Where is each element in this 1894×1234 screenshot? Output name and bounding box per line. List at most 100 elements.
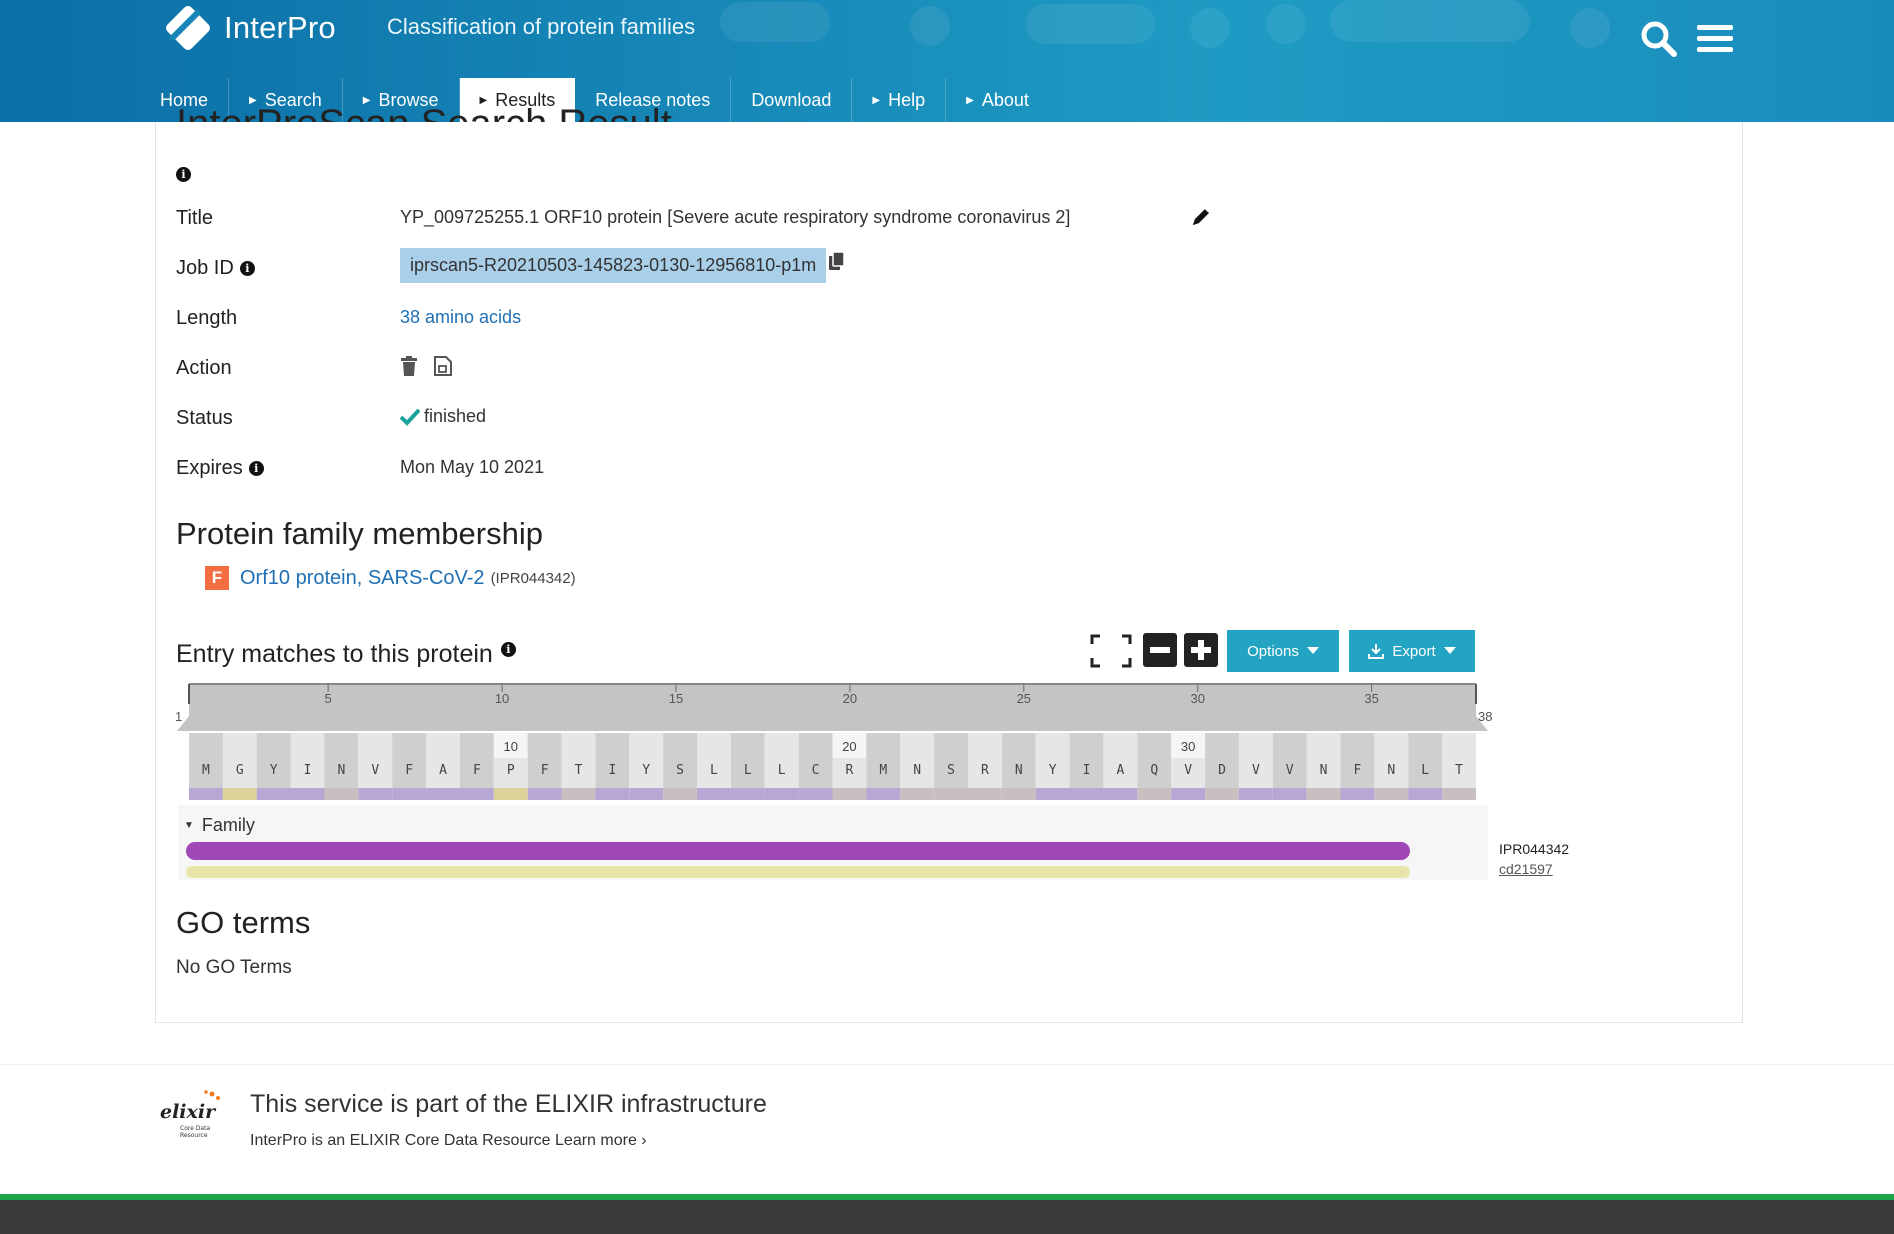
residue-letter: M [202, 763, 210, 778]
match-accession-ipr[interactable]: IPR044342 [1499, 841, 1569, 857]
residue-property [392, 788, 427, 800]
residue-property [1001, 788, 1036, 800]
residue-letter: I [608, 763, 616, 778]
residue-property [1306, 788, 1341, 800]
residue-property [1272, 788, 1307, 800]
residue-property [256, 788, 291, 800]
residue-cell [1035, 733, 1070, 788]
residue-letter: N [1015, 763, 1023, 778]
residue-letter: V [1184, 763, 1192, 778]
residue-cell [1272, 733, 1307, 788]
residue-letter: V [371, 763, 379, 778]
ruler-tick-label: 5 [325, 691, 332, 706]
ruler-tick-label: 30 [1190, 691, 1204, 706]
residue-cell [595, 733, 630, 788]
residue-property [1171, 788, 1206, 800]
interpro-family-bar [186, 842, 1410, 860]
residue-cell [290, 733, 325, 788]
residue-property [222, 788, 257, 800]
residue-letter: D [1218, 763, 1226, 778]
residue-property [189, 788, 223, 800]
sequence-track: M G Y I N V F A F P 10 F T I Y S L L L C R 20 M N S R N Y I A Q V 30 D V V N… [189, 733, 1476, 800]
residue-property [967, 788, 1002, 800]
residue-cell [764, 733, 799, 788]
residue-property [1374, 788, 1409, 800]
ruler-end-label: 38 [1478, 709, 1492, 724]
residue-property [1238, 788, 1273, 800]
protein-viewer[interactable]: 1 38 5 10 15 20 25 30 35 M G Y I N V F A F P 10 F T I Y S L L L C R 2… [0, 0, 1894, 1228]
residue-property [629, 788, 664, 800]
residue-cell [798, 733, 833, 788]
residue-letter: L [744, 763, 752, 778]
ruler-tick-label: 25 [1017, 691, 1031, 706]
elixir-logo-sub: Resource [180, 1132, 208, 1139]
residue-cell [189, 733, 223, 788]
residue-letter: R [981, 763, 989, 778]
residue-letter: F [473, 763, 481, 778]
residue-letter: I [1083, 763, 1091, 778]
residue-property [934, 788, 968, 800]
residue-letter: P [507, 763, 515, 778]
match-accession-cd[interactable]: cd21597 [1499, 861, 1553, 877]
elixir-logo[interactable]: elixir Core Data Resource [158, 1088, 228, 1140]
ruler-start-label: 1 [175, 709, 182, 724]
residue-property [1137, 788, 1172, 800]
family-track-header[interactable]: ▼ Family [184, 815, 255, 836]
residue-cell [527, 733, 562, 788]
residue-letter: M [879, 763, 887, 778]
elixir-logo-word: elixir [160, 1101, 217, 1123]
residue-letter: C [812, 763, 820, 778]
residue-property [426, 788, 460, 800]
residue-property [866, 788, 901, 800]
bottom-footer-bar [0, 1194, 1894, 1234]
track-label: Family [201, 815, 255, 835]
residue-cell [358, 733, 393, 788]
residue-cell [1238, 733, 1273, 788]
residue-cell [900, 733, 935, 788]
residue-cell [730, 733, 765, 788]
residue-property [459, 788, 494, 800]
residue-cell [967, 733, 1002, 788]
match-tracks [178, 805, 1488, 880]
residue-letter: Y [642, 763, 650, 778]
residue-cell [256, 733, 291, 788]
residue-letter: Y [1049, 763, 1057, 778]
residue-letter: F [1354, 763, 1362, 778]
residue-property [900, 788, 935, 800]
elixir-footer [0, 1064, 1894, 1195]
residue-property [324, 788, 359, 800]
residue-letter: G [236, 763, 244, 778]
residue-cell [1001, 733, 1036, 788]
ruler: 1 38 5 10 15 20 25 30 35 [175, 683, 1492, 731]
residue-cell [629, 733, 664, 788]
residue-letter: S [947, 763, 955, 778]
residue-letter: L [710, 763, 718, 778]
ruler-tick-label: 20 [843, 691, 857, 706]
residue-cell [324, 733, 359, 788]
residue-cell [1306, 733, 1341, 788]
elixir-subtext[interactable]: InterPro is an ELIXIR Core Data Resource… [250, 1132, 647, 1150]
residue-letter: V [1252, 763, 1260, 778]
residue-property [527, 788, 562, 800]
residue-property [290, 788, 325, 800]
residue-cell [222, 733, 257, 788]
cdd-bar [186, 866, 1410, 878]
residue-cell [1103, 733, 1138, 788]
residue-property [595, 788, 630, 800]
residue-mark-label: 10 [504, 739, 518, 754]
residue-cell [663, 733, 698, 788]
residue-property [493, 788, 528, 800]
residue-property [358, 788, 393, 800]
elixir-logo-sub: Core Data [180, 1125, 210, 1132]
residue-letter: N [913, 763, 921, 778]
residue-cell [1205, 733, 1239, 788]
ruler-tick-label: 35 [1364, 691, 1378, 706]
residue-cell [866, 733, 901, 788]
residue-property [1442, 788, 1476, 800]
residue-cell [1442, 733, 1476, 788]
residue-cell [392, 733, 427, 788]
residue-letter: F [405, 763, 413, 778]
residue-cell [1137, 733, 1172, 788]
residue-cell [934, 733, 968, 788]
residue-property [832, 788, 867, 800]
